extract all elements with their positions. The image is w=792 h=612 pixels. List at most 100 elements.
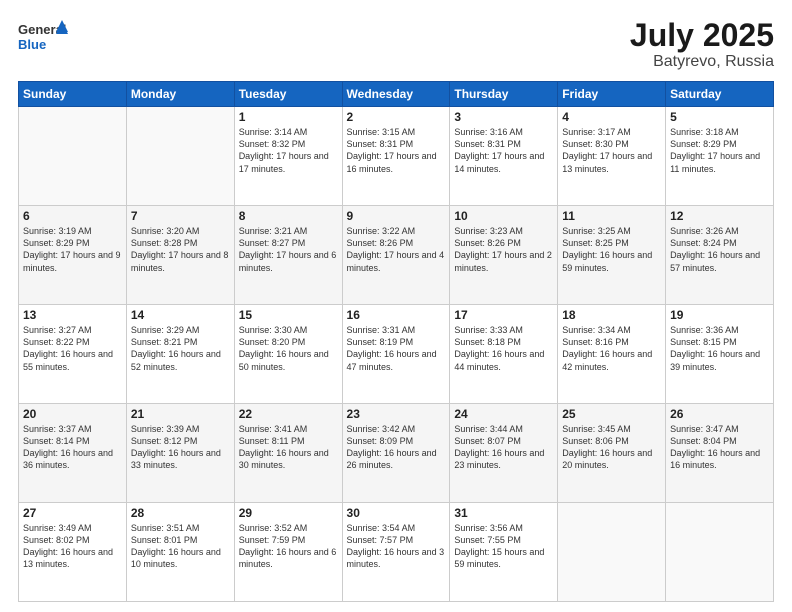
day-number: 24 [454, 407, 553, 421]
day-info: Sunrise: 3:30 AM Sunset: 8:20 PM Dayligh… [239, 324, 338, 373]
header: General Blue July 2025 Batyrevo, Russia [18, 18, 774, 71]
day-number: 1 [239, 110, 338, 124]
table-row: 30 Sunrise: 3:54 AM Sunset: 7:57 PM Dayli… [342, 503, 450, 602]
day-info: Sunrise: 3:52 AM Sunset: 7:59 PM Dayligh… [239, 522, 338, 571]
day-info: Sunrise: 3:54 AM Sunset: 7:57 PM Dayligh… [347, 522, 446, 571]
day-info: Sunrise: 3:44 AM Sunset: 8:07 PM Dayligh… [454, 423, 553, 472]
day-number: 15 [239, 308, 338, 322]
day-info: Sunrise: 3:15 AM Sunset: 8:31 PM Dayligh… [347, 126, 446, 175]
calendar-subtitle: Batyrevo, Russia [630, 53, 774, 71]
day-number: 9 [347, 209, 446, 223]
day-number: 11 [562, 209, 661, 223]
day-number: 28 [131, 506, 230, 520]
day-number: 27 [23, 506, 122, 520]
day-number: 30 [347, 506, 446, 520]
day-number: 18 [562, 308, 661, 322]
table-row: 21Sunrise: 3:39 AM Sunset: 8:12 PM Dayli… [126, 404, 234, 503]
day-number: 26 [670, 407, 769, 421]
table-row: 31 Sunrise: 3:56 AM Sunset: 7:55 PM Dayli… [450, 503, 558, 602]
table-row: 5 Sunrise: 3:18 AM Sunset: 8:29 PM Daylig… [666, 107, 774, 206]
day-info: Sunrise: 3:36 AM Sunset: 8:15 PM Dayligh… [670, 324, 769, 373]
table-row: 6 Sunrise: 3:19 AM Sunset: 8:29 PM Daylig… [19, 206, 127, 305]
day-info: Sunrise: 3:16 AM Sunset: 8:31 PM Dayligh… [454, 126, 553, 175]
table-row: 12 Sunrise: 3:26 AM Sunset: 8:24 PM Dayli… [666, 206, 774, 305]
day-info: Sunrise: 3:33 AM Sunset: 8:18 PM Dayligh… [454, 324, 553, 373]
svg-text:Blue: Blue [18, 37, 46, 52]
table-row [558, 503, 666, 602]
day-info: Sunrise: 3:37 AM Sunset: 8:14 PM Dayligh… [23, 423, 122, 472]
day-number: 13 [23, 308, 122, 322]
table-row: 17 Sunrise: 3:33 AM Sunset: 8:18 PM Dayli… [450, 305, 558, 404]
table-row: 18Sunrise: 3:34 AM Sunset: 8:16 PM Dayli… [558, 305, 666, 404]
day-info: Sunrise: 3:17 AM Sunset: 8:30 PM Dayligh… [562, 126, 661, 175]
day-info: Sunrise: 3:29 AM Sunset: 8:21 PM Dayligh… [131, 324, 230, 373]
day-number: 10 [454, 209, 553, 223]
day-info: Sunrise: 3:19 AM Sunset: 8:29 PM Dayligh… [23, 225, 122, 274]
logo: General Blue [18, 18, 68, 58]
day-info: Sunrise: 3:18 AM Sunset: 8:29 PM Dayligh… [670, 126, 769, 175]
day-number: 16 [347, 308, 446, 322]
table-row: 19 Sunrise: 3:36 AM Sunset: 8:15 PM Dayli… [666, 305, 774, 404]
day-number: 29 [239, 506, 338, 520]
table-row: 24 Sunrise: 3:44 AM Sunset: 8:07 PM Dayli… [450, 404, 558, 503]
day-info: Sunrise: 3:39 AM Sunset: 8:12 PM Dayligh… [131, 423, 230, 472]
table-row: 28 Sunrise: 3:51 AM Sunset: 8:01 PM Dayli… [126, 503, 234, 602]
page: General Blue July 2025 Batyrevo, Russia … [0, 0, 792, 612]
day-number: 2 [347, 110, 446, 124]
day-number: 4 [562, 110, 661, 124]
day-number: 6 [23, 209, 122, 223]
table-row [126, 107, 234, 206]
table-row: 13 Sunrise: 3:27 AM Sunset: 8:22 PM Dayli… [19, 305, 127, 404]
table-row: 10 Sunrise: 3:23 AM Sunset: 8:26 PM Dayli… [450, 206, 558, 305]
day-info: Sunrise: 3:47 AM Sunset: 8:04 PM Dayligh… [670, 423, 769, 472]
table-row: 11 Sunrise: 3:25 AM Sunset: 8:25 PM Dayli… [558, 206, 666, 305]
table-row: 16 Sunrise: 3:31 AM Sunset: 8:19 PM Dayli… [342, 305, 450, 404]
day-info: Sunrise: 3:21 AM Sunset: 8:27 PM Dayligh… [239, 225, 338, 274]
day-number: 12 [670, 209, 769, 223]
day-number: 3 [454, 110, 553, 124]
col-tuesday: Tuesday [234, 82, 342, 107]
col-monday: Monday [126, 82, 234, 107]
day-number: 22 [239, 407, 338, 421]
table-row: 9 Sunrise: 3:22 AM Sunset: 8:26 PM Daylig… [342, 206, 450, 305]
calendar-title: July 2025 [630, 18, 774, 53]
table-row: 4 Sunrise: 3:17 AM Sunset: 8:30 PM Daylig… [558, 107, 666, 206]
col-wednesday: Wednesday [342, 82, 450, 107]
table-row: 14Sunrise: 3:29 AM Sunset: 8:21 PM Dayli… [126, 305, 234, 404]
day-number: 31 [454, 506, 553, 520]
table-row: 15 Sunrise: 3:30 AM Sunset: 8:20 PM Dayli… [234, 305, 342, 404]
day-info: Sunrise: 3:26 AM Sunset: 8:24 PM Dayligh… [670, 225, 769, 274]
table-row: 8 Sunrise: 3:21 AM Sunset: 8:27 PM Daylig… [234, 206, 342, 305]
table-row: 2 Sunrise: 3:15 AM Sunset: 8:31 PM Daylig… [342, 107, 450, 206]
table-row: 29 Sunrise: 3:52 AM Sunset: 7:59 PM Dayli… [234, 503, 342, 602]
table-row: 27Sunrise: 3:49 AM Sunset: 8:02 PM Dayli… [19, 503, 127, 602]
col-saturday: Saturday [666, 82, 774, 107]
day-info: Sunrise: 3:23 AM Sunset: 8:26 PM Dayligh… [454, 225, 553, 274]
table-row: 1 Sunrise: 3:14 AM Sunset: 8:32 PM Daylig… [234, 107, 342, 206]
day-info: Sunrise: 3:51 AM Sunset: 8:01 PM Dayligh… [131, 522, 230, 571]
day-info: Sunrise: 3:27 AM Sunset: 8:22 PM Dayligh… [23, 324, 122, 373]
day-info: Sunrise: 3:56 AM Sunset: 7:55 PM Dayligh… [454, 522, 553, 571]
table-row [666, 503, 774, 602]
day-number: 7 [131, 209, 230, 223]
day-info: Sunrise: 3:45 AM Sunset: 8:06 PM Dayligh… [562, 423, 661, 472]
day-number: 17 [454, 308, 553, 322]
col-thursday: Thursday [450, 82, 558, 107]
day-number: 20 [23, 407, 122, 421]
day-info: Sunrise: 3:20 AM Sunset: 8:28 PM Dayligh… [131, 225, 230, 274]
table-row [19, 107, 127, 206]
table-row: 20 Sunrise: 3:37 AM Sunset: 8:14 PM Dayli… [19, 404, 127, 503]
table-row: 3 Sunrise: 3:16 AM Sunset: 8:31 PM Daylig… [450, 107, 558, 206]
day-info: Sunrise: 3:31 AM Sunset: 8:19 PM Dayligh… [347, 324, 446, 373]
table-row: 7 Sunrise: 3:20 AM Sunset: 8:28 PM Daylig… [126, 206, 234, 305]
day-info: Sunrise: 3:14 AM Sunset: 8:32 PM Dayligh… [239, 126, 338, 175]
calendar-table: Sunday Monday Tuesday Wednesday Thursday… [18, 81, 774, 602]
title-area: July 2025 Batyrevo, Russia [630, 18, 774, 71]
day-number: 5 [670, 110, 769, 124]
day-number: 23 [347, 407, 446, 421]
day-number: 19 [670, 308, 769, 322]
day-number: 8 [239, 209, 338, 223]
day-info: Sunrise: 3:25 AM Sunset: 8:25 PM Dayligh… [562, 225, 661, 274]
logo-svg: General Blue [18, 18, 68, 58]
day-info: Sunrise: 3:22 AM Sunset: 8:26 PM Dayligh… [347, 225, 446, 274]
